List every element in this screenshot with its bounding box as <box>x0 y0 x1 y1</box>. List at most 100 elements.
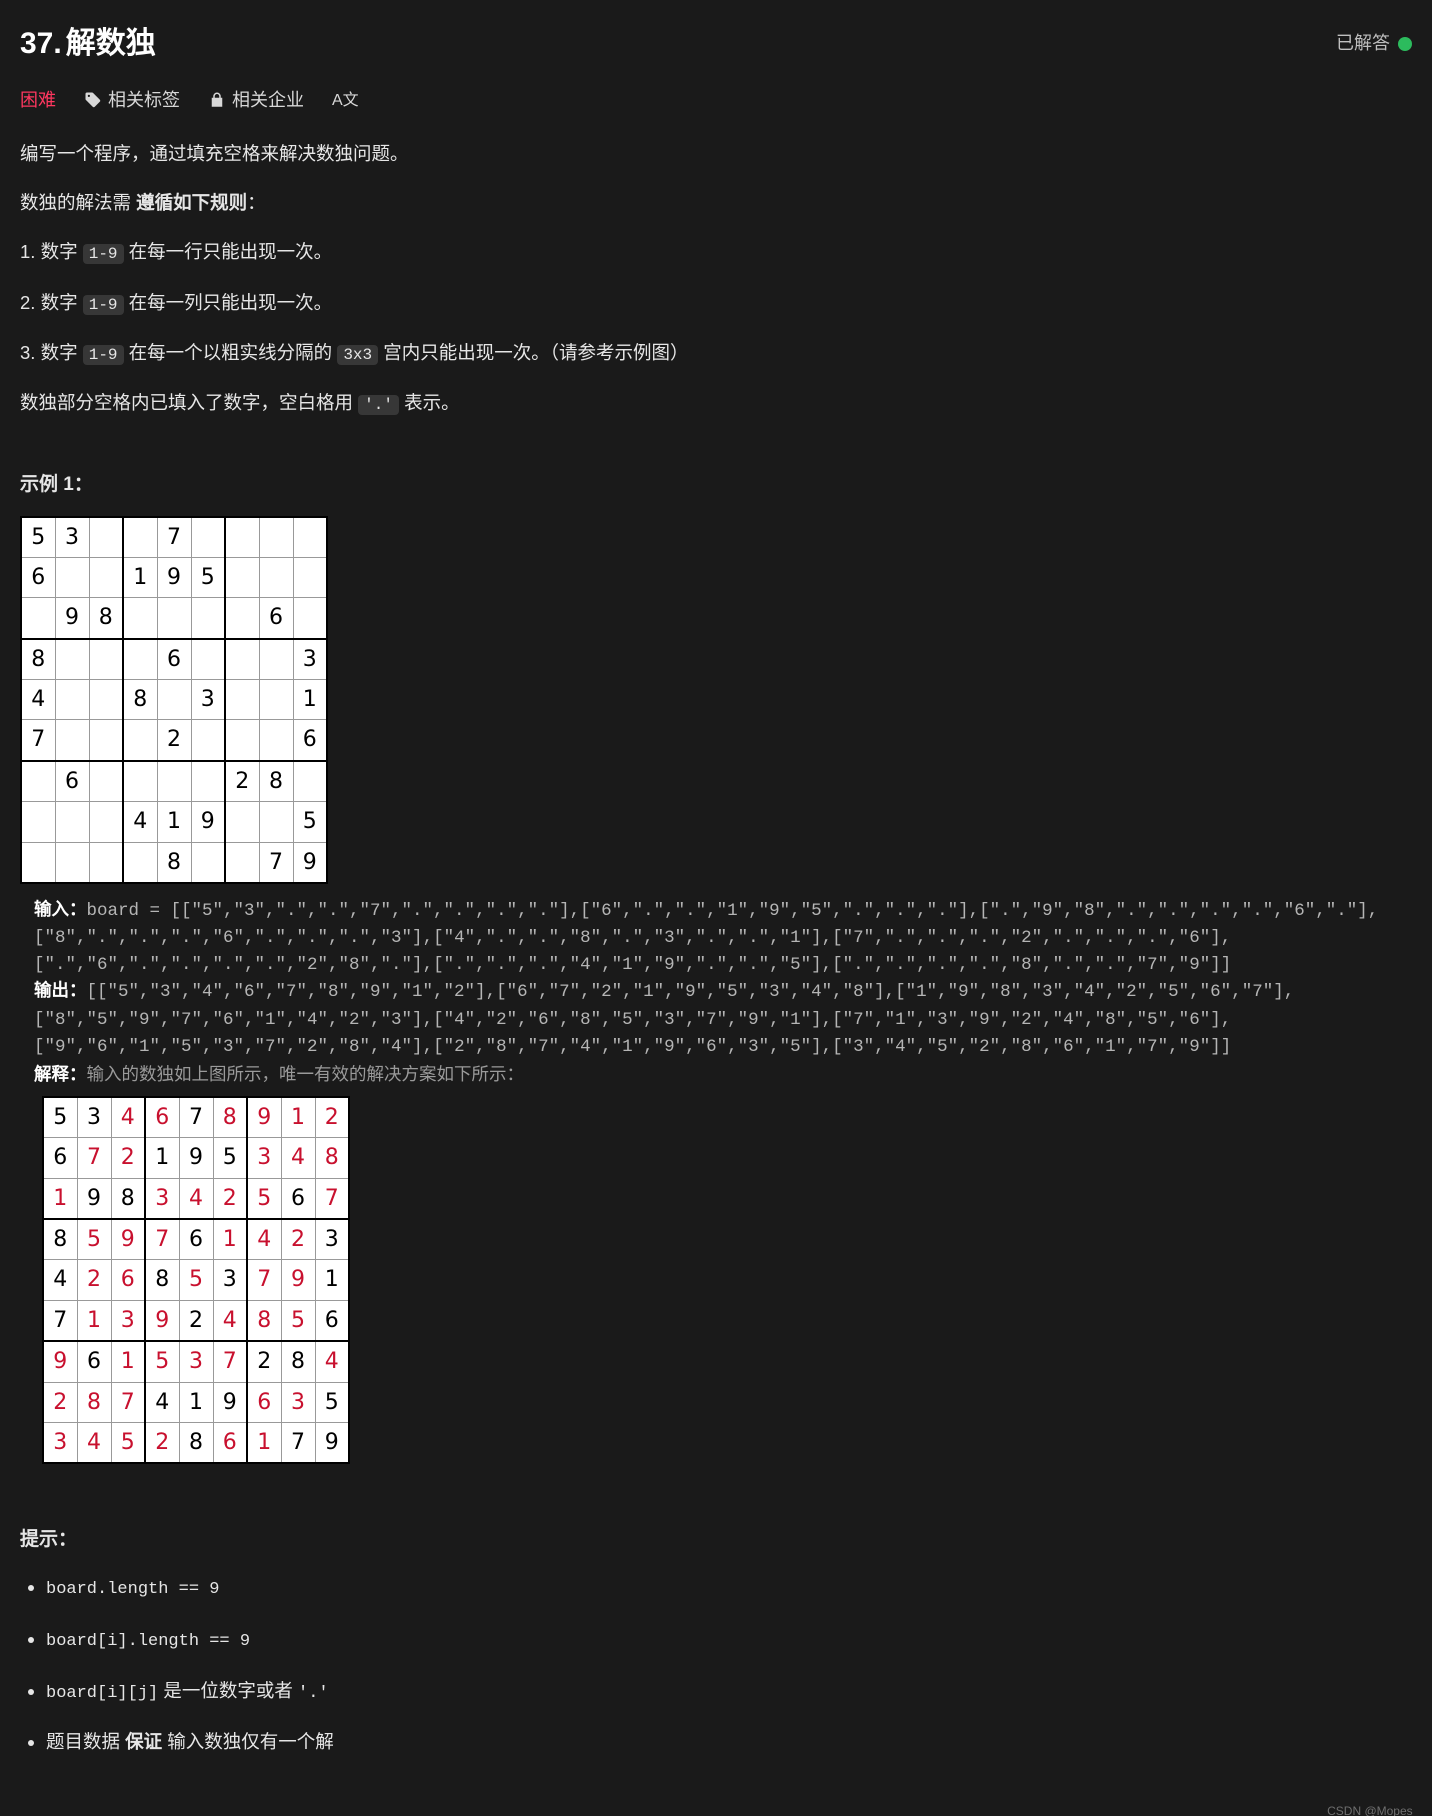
sudoku-cell: 9 <box>55 598 89 639</box>
sudoku-cell <box>225 639 259 680</box>
sudoku-cell: 9 <box>315 1423 349 1464</box>
sudoku-cell: 4 <box>111 1097 145 1138</box>
sudoku-cell <box>191 517 225 558</box>
sudoku-cell <box>191 720 225 761</box>
sudoku-cell <box>259 557 293 597</box>
sudoku-cell: 8 <box>111 1178 145 1219</box>
sudoku-cell <box>89 680 123 720</box>
sudoku-cell: 9 <box>247 1097 281 1138</box>
hints-heading: 提示： <box>20 1524 1412 1556</box>
sudoku-cell <box>259 517 293 558</box>
sudoku-cell <box>123 639 157 680</box>
sudoku-cell: 2 <box>145 1423 179 1464</box>
sudoku-cell <box>21 842 55 883</box>
sudoku-cell: 3 <box>191 680 225 720</box>
sudoku-cell: 2 <box>77 1260 111 1300</box>
sudoku-cell: 9 <box>191 802 225 842</box>
sudoku-cell: 2 <box>111 1138 145 1178</box>
tab-related-tags[interactable]: 相关标签 <box>84 85 180 116</box>
example-heading: 示例 1： <box>20 469 1412 501</box>
sudoku-cell <box>225 680 259 720</box>
code-inline: '.' <box>358 395 399 415</box>
sudoku-cell: 6 <box>315 1300 349 1341</box>
sudoku-cell: 7 <box>179 1097 213 1138</box>
sudoku-cell: 5 <box>213 1138 247 1178</box>
sudoku-cell: 1 <box>179 1382 213 1422</box>
sudoku-cell: 7 <box>111 1382 145 1422</box>
sudoku-cell: 3 <box>213 1260 247 1300</box>
sudoku-cell: 3 <box>281 1382 315 1422</box>
sudoku-cell: 9 <box>111 1219 145 1260</box>
sudoku-cell: 9 <box>157 557 191 597</box>
sudoku-cell <box>293 761 327 802</box>
sudoku-cell <box>89 802 123 842</box>
sudoku-cell: 1 <box>247 1423 281 1464</box>
sudoku-cell <box>157 761 191 802</box>
sudoku-cell: 8 <box>179 1423 213 1464</box>
sudoku-cell <box>293 557 327 597</box>
sudoku-cell: 4 <box>213 1300 247 1341</box>
sudoku-cell: 9 <box>213 1382 247 1422</box>
sudoku-cell: 8 <box>315 1138 349 1178</box>
sudoku-cell: 3 <box>43 1423 77 1464</box>
difficulty-tag[interactable]: 困难 <box>20 85 56 116</box>
rule-3: 3. 数字 1-9 在每一个以粗实线分隔的 3x3 宫内只能出现一次。（请参考示… <box>20 337 1412 369</box>
problem-name: 解数独 <box>66 18 156 69</box>
sudoku-cell <box>89 639 123 680</box>
sudoku-cell: 7 <box>145 1219 179 1260</box>
sudoku-cell: 8 <box>77 1382 111 1422</box>
code-inline: 1-9 <box>83 295 124 315</box>
sudoku-cell: 1 <box>43 1178 77 1219</box>
sudoku-input-grid: 537619598686348317266284195879 <box>20 516 328 885</box>
sudoku-cell: 2 <box>157 720 191 761</box>
lock-icon <box>208 91 226 109</box>
sudoku-cell: 3 <box>247 1138 281 1178</box>
sudoku-cell: 8 <box>43 1219 77 1260</box>
sudoku-cell: 7 <box>259 842 293 883</box>
sudoku-cell: 5 <box>111 1423 145 1464</box>
sudoku-cell: 9 <box>145 1300 179 1341</box>
intro-text: 编写一个程序，通过填充空格来解决数独问题。 <box>20 138 1412 169</box>
sudoku-cell <box>55 639 89 680</box>
sudoku-cell: 4 <box>315 1341 349 1382</box>
sudoku-cell: 2 <box>43 1382 77 1422</box>
sudoku-cell: 6 <box>77 1341 111 1382</box>
sudoku-cell: 3 <box>111 1300 145 1341</box>
sudoku-cell: 3 <box>77 1097 111 1138</box>
example-io-block: 输入：board = [["5","3",".",".","7",".","."… <box>34 898 1412 1090</box>
sudoku-cell: 8 <box>259 761 293 802</box>
sudoku-cell: 1 <box>281 1097 315 1138</box>
hint-item: board.length == 9 <box>46 1571 1412 1605</box>
sudoku-cell <box>191 761 225 802</box>
meta-tabs: 困难 相关标签 相关企业 A文 <box>20 85 1412 116</box>
check-circle-icon <box>1398 37 1412 51</box>
output-text: [["5","3","4","6","7","8","9","1","2"],[… <box>34 982 1294 1056</box>
sudoku-cell: 7 <box>213 1341 247 1382</box>
sudoku-cell <box>55 842 89 883</box>
sudoku-cell <box>55 557 89 597</box>
code-inline: 1-9 <box>83 244 124 264</box>
tab-translate[interactable]: A文 <box>332 87 359 114</box>
sudoku-cell: 6 <box>111 1260 145 1300</box>
sudoku-cell: 1 <box>213 1219 247 1260</box>
sudoku-cell: 6 <box>213 1423 247 1464</box>
sudoku-cell: 8 <box>145 1260 179 1300</box>
sudoku-cell <box>293 517 327 558</box>
sudoku-cell <box>225 598 259 639</box>
problem-title: 37. 解数独 <box>20 18 156 69</box>
sudoku-cell <box>225 842 259 883</box>
sudoku-cell <box>89 720 123 761</box>
sudoku-cell: 8 <box>123 680 157 720</box>
sudoku-cell: 6 <box>281 1178 315 1219</box>
problem-description: 编写一个程序，通过填充空格来解决数独问题。 数独的解法需 遵循如下规则： 1. … <box>20 138 1412 1758</box>
sudoku-cell: 6 <box>259 598 293 639</box>
rule-1: 1. 数字 1-9 在每一行只能出现一次。 <box>20 236 1412 268</box>
sudoku-cell: 5 <box>21 517 55 558</box>
sudoku-cell: 5 <box>191 557 225 597</box>
sudoku-cell: 1 <box>315 1260 349 1300</box>
tab-related-companies[interactable]: 相关企业 <box>208 85 304 116</box>
explain-label: 解释： <box>34 1066 87 1086</box>
sudoku-cell: 8 <box>213 1097 247 1138</box>
sudoku-cell <box>55 720 89 761</box>
sudoku-cell: 1 <box>123 557 157 597</box>
